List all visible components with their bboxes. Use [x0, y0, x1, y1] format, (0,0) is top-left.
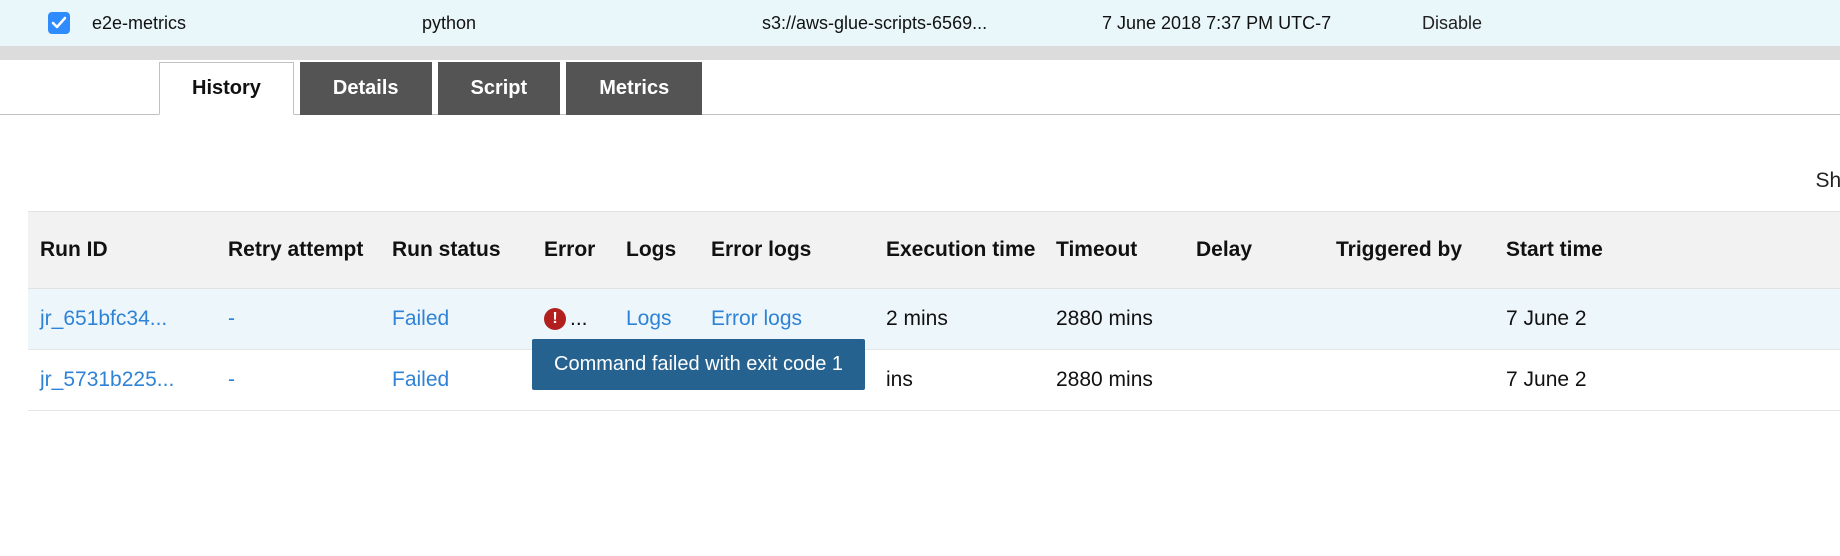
job-language: python — [422, 13, 762, 34]
retry-value: - — [228, 307, 392, 331]
run-status: Failed — [392, 307, 544, 331]
col-delay: Delay — [1196, 230, 1336, 270]
error-text: ... — [570, 307, 588, 331]
logs-link[interactable]: Logs — [626, 307, 711, 331]
run-id-link[interactable]: jr_651bfc34... — [40, 307, 228, 331]
divider — [0, 46, 1840, 60]
col-retry: Retry attempt — [228, 230, 392, 270]
tab-details[interactable]: Details — [300, 62, 432, 115]
table-row[interactable]: jr_5731b225... - Failed ins 2880 mins 7 … — [28, 350, 1840, 411]
col-exec-time: Execution time — [886, 230, 1056, 270]
job-checkbox[interactable] — [48, 12, 70, 34]
error-cell[interactable]: ! ... — [544, 307, 626, 331]
job-script-location: s3://aws-glue-scripts-6569... — [762, 13, 1102, 34]
col-status: Run status — [392, 230, 544, 270]
retry-value: - — [228, 368, 392, 392]
col-error: Error — [544, 230, 626, 270]
job-last-modified: 7 June 2018 7:37 PM UTC-7 — [1102, 13, 1422, 34]
start-time: 7 June 2 — [1506, 368, 1646, 392]
tabs: History Details Script Metrics — [0, 60, 1840, 115]
job-row: e2e-metrics python s3://aws-glue-scripts… — [0, 0, 1840, 46]
exec-time: 2 mins — [886, 307, 1056, 331]
tab-script[interactable]: Script — [438, 62, 561, 115]
timeout-value: 2880 mins — [1056, 368, 1196, 392]
col-triggered: Triggered by — [1336, 230, 1506, 270]
exec-time: ins — [886, 368, 1056, 392]
error-logs-link[interactable]: Error logs — [711, 307, 886, 331]
start-time: 7 June 2 — [1506, 307, 1646, 331]
run-status: Failed — [392, 368, 544, 392]
timeout-value: 2880 mins — [1056, 307, 1196, 331]
tab-history[interactable]: History — [159, 62, 294, 115]
show-label[interactable]: Show — [1815, 169, 1840, 192]
error-tooltip: Command failed with exit code 1 — [532, 339, 865, 390]
col-logs: Logs — [626, 230, 711, 270]
run-id-link[interactable]: jr_5731b225... — [40, 368, 228, 392]
col-timeout: Timeout — [1056, 230, 1196, 270]
job-name: e2e-metrics — [92, 13, 422, 34]
col-start-time: Start time — [1506, 230, 1646, 270]
tab-metrics[interactable]: Metrics — [566, 62, 702, 115]
show-row: Show — [0, 169, 1840, 193]
disable-link[interactable]: Disable — [1422, 13, 1482, 34]
run-history-table: Run ID Retry attempt Run status Error Lo… — [28, 211, 1840, 411]
col-run-id: Run ID — [40, 230, 228, 270]
col-error-logs: Error logs — [711, 230, 886, 270]
error-icon: ! — [544, 308, 566, 330]
checkmark-icon — [51, 15, 67, 31]
table-row[interactable]: jr_651bfc34... - Failed ! ... Logs Error… — [28, 289, 1840, 350]
table-header: Run ID Retry attempt Run status Error Lo… — [28, 211, 1840, 289]
